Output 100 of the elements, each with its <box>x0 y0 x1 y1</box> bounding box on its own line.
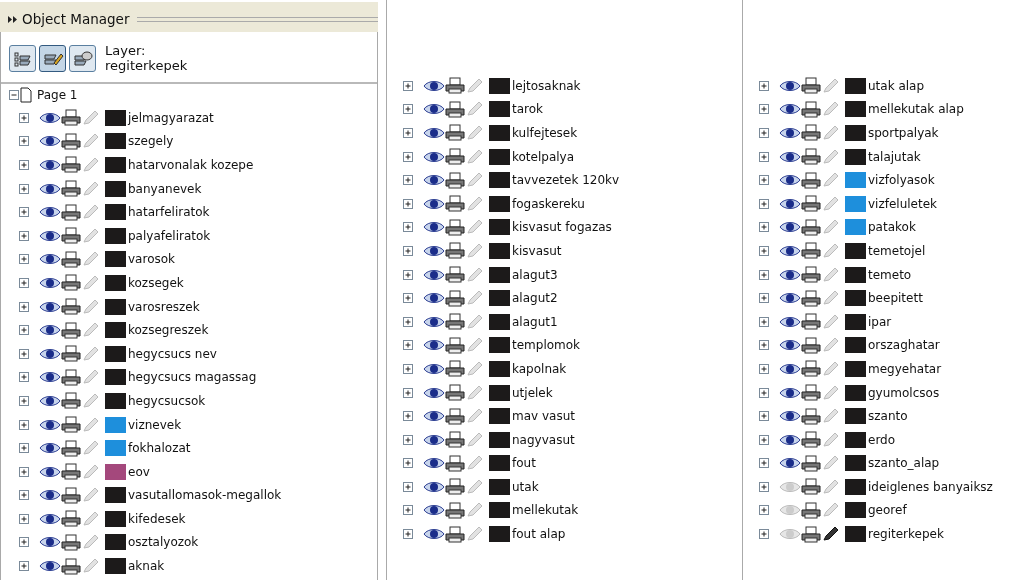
printer-icon[interactable] <box>445 360 465 378</box>
eye-icon[interactable] <box>423 361 445 376</box>
eye-icon[interactable] <box>423 78 445 93</box>
printer-icon[interactable] <box>445 218 465 236</box>
pencil-icon[interactable] <box>821 526 841 543</box>
printer-icon[interactable] <box>445 313 465 331</box>
printer-icon[interactable] <box>801 454 821 472</box>
layer-name[interactable]: mellekutak alap <box>868 100 964 119</box>
eye-icon[interactable] <box>779 409 801 424</box>
expand-toggle-icon[interactable] <box>403 222 413 233</box>
eye-icon[interactable] <box>423 126 445 140</box>
expand-toggle-icon[interactable] <box>759 269 769 280</box>
layer-name[interactable]: kifedesek <box>128 509 186 528</box>
eye-icon[interactable] <box>39 559 61 574</box>
eye-icon[interactable] <box>423 456 445 471</box>
printer-icon[interactable] <box>445 195 465 213</box>
printer-icon[interactable] <box>61 534 81 551</box>
expand-toggle-icon[interactable] <box>759 411 769 422</box>
printer-icon[interactable] <box>801 242 821 260</box>
layer-name[interactable]: fogaskereku <box>512 194 585 213</box>
printer-icon[interactable] <box>801 195 821 213</box>
layer-name[interactable]: beepitett <box>868 289 923 308</box>
layer-name[interactable]: lejtosaknak <box>512 76 581 95</box>
layer-name[interactable]: ideiglenes banyaiksz <box>868 477 993 496</box>
expand-toggle-icon[interactable] <box>403 505 413 516</box>
expand-toggle-icon[interactable] <box>19 443 29 454</box>
printer-icon[interactable] <box>801 525 821 543</box>
layer-name[interactable]: hatarvonalak kozepe <box>128 156 254 174</box>
eye-icon[interactable] <box>779 456 801 471</box>
expand-toggle-icon[interactable] <box>759 175 769 186</box>
eye-icon[interactable] <box>39 346 61 361</box>
printer-icon[interactable] <box>445 454 465 472</box>
layer-name[interactable]: varosreszek <box>128 297 200 316</box>
printer-icon[interactable] <box>801 171 821 189</box>
expand-toggle-icon[interactable] <box>759 80 769 91</box>
printer-icon[interactable] <box>445 384 465 401</box>
printer-icon[interactable] <box>61 557 81 575</box>
printer-icon[interactable] <box>61 392 81 410</box>
eye-icon[interactable] <box>779 243 801 258</box>
expand-toggle-icon[interactable] <box>759 340 769 351</box>
expand-toggle-icon[interactable] <box>403 481 413 492</box>
layer-name[interactable]: orszaghatar <box>868 336 940 355</box>
printer-icon[interactable] <box>801 502 821 519</box>
layer-name[interactable]: templomok <box>512 336 581 355</box>
eye-icon[interactable] <box>39 299 61 314</box>
layer-name[interactable]: gyumolcsos <box>868 383 940 402</box>
eye-icon[interactable] <box>779 78 801 93</box>
eye-icon[interactable] <box>39 370 61 385</box>
eye-icon[interactable] <box>779 149 801 164</box>
layer-name[interactable]: kisvasut fogazas <box>512 218 612 237</box>
expand-toggle-icon[interactable] <box>403 104 413 115</box>
eye-icon[interactable] <box>39 205 61 220</box>
eye-icon[interactable] <box>423 173 445 188</box>
toolbar-button[interactable] <box>69 45 96 72</box>
printer-icon[interactable] <box>61 416 81 433</box>
expand-toggle-icon[interactable] <box>403 316 413 327</box>
expand-toggle-icon[interactable] <box>19 372 29 383</box>
eye-icon[interactable] <box>39 252 61 267</box>
printer-icon[interactable] <box>61 486 81 504</box>
eye-icon[interactable] <box>39 228 61 243</box>
printer-icon[interactable] <box>801 148 821 166</box>
eye-icon[interactable] <box>779 314 801 329</box>
printer-icon[interactable] <box>445 77 465 95</box>
eye-icon[interactable] <box>779 361 801 376</box>
eye-icon[interactable] <box>39 158 61 172</box>
expand-toggle-icon[interactable] <box>19 301 29 312</box>
expand-toggle-icon[interactable] <box>19 230 29 241</box>
layer-name[interactable]: georef <box>868 501 907 520</box>
expand-toggle-icon[interactable] <box>403 387 413 398</box>
expand-toggle-icon[interactable] <box>759 316 769 327</box>
layer-name[interactable]: kisvasut <box>512 241 562 260</box>
expand-toggle-icon[interactable] <box>19 561 29 572</box>
eye-icon[interactable] <box>423 220 445 235</box>
eye-icon[interactable] <box>39 464 61 479</box>
eye-icon[interactable] <box>39 417 61 432</box>
expand-toggle-icon[interactable] <box>403 411 413 422</box>
eye-icon[interactable] <box>39 488 61 503</box>
layer-name[interactable]: alagut1 <box>512 312 558 331</box>
printer-icon[interactable] <box>801 360 821 378</box>
layer-name[interactable]: ipar <box>868 312 892 331</box>
expand-toggle-icon[interactable] <box>19 254 29 265</box>
layer-name[interactable]: varosok <box>128 250 175 269</box>
layer-name[interactable]: utak <box>512 477 539 496</box>
layer-name[interactable]: jelmagyarazat <box>128 108 214 127</box>
printer-icon[interactable] <box>61 180 81 198</box>
eye-icon[interactable] <box>39 134 61 149</box>
layer-name[interactable]: viznevek <box>128 415 182 434</box>
layer-name[interactable]: tavvezetek 120kv <box>512 171 620 190</box>
eye-icon[interactable] <box>423 314 445 329</box>
eye-icon[interactable] <box>423 291 445 306</box>
expand-toggle-icon[interactable] <box>403 529 413 540</box>
eye-icon[interactable] <box>39 181 61 196</box>
layer-name[interactable]: utak alap <box>868 76 925 95</box>
expand-toggle-icon[interactable] <box>403 458 413 469</box>
printer-icon[interactable] <box>61 274 81 292</box>
expand-toggle-icon[interactable] <box>19 419 29 430</box>
layer-name[interactable]: hegycsucs nev <box>128 344 217 363</box>
layer-name[interactable]: sportpalyak <box>868 124 939 142</box>
expand-toggle-icon[interactable] <box>759 434 769 445</box>
printer-icon[interactable] <box>61 463 81 481</box>
